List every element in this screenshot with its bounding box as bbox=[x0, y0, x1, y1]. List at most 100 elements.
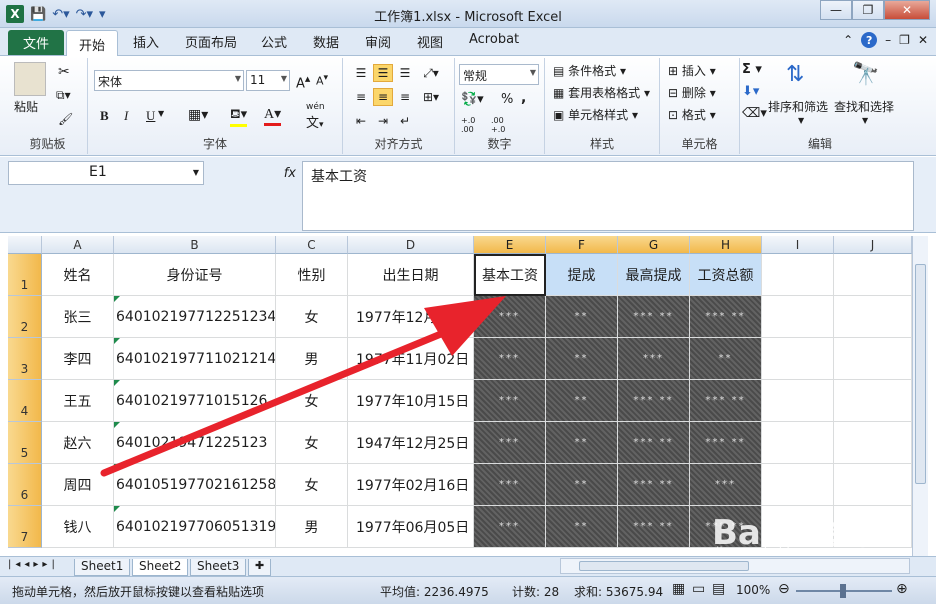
insert-sheet-icon[interactable]: ✚ bbox=[248, 559, 272, 576]
select-all-corner[interactable] bbox=[8, 236, 42, 254]
merge-center-icon[interactable]: ⊞▾ bbox=[421, 88, 441, 106]
table-cell[interactable]: 1977年11月02日 bbox=[348, 338, 474, 380]
decrease-indent-icon[interactable]: ⇤ bbox=[351, 112, 371, 130]
vertical-scroll-thumb[interactable] bbox=[915, 264, 926, 484]
table-cell[interactable]: 钱八 bbox=[42, 506, 114, 548]
comma-button[interactable]: , bbox=[521, 90, 526, 106]
row-header[interactable]: 2 bbox=[8, 296, 42, 338]
zoom-slider-handle[interactable] bbox=[840, 584, 846, 598]
sort-filter-button[interactable]: 排序和筛选 bbox=[768, 98, 828, 115]
name-box[interactable]: E1 ▼ bbox=[8, 161, 204, 185]
help-icon[interactable]: ? bbox=[861, 32, 878, 48]
paste-button[interactable]: 粘贴 bbox=[14, 98, 38, 115]
row-header[interactable]: 5 bbox=[8, 422, 42, 464]
sort-filter-icon[interactable]: ⇅ bbox=[786, 62, 804, 87]
tab-formulas[interactable]: 公式 bbox=[261, 32, 287, 51]
excel-app-icon[interactable]: X bbox=[6, 5, 24, 23]
table-cell[interactable]: 1977年12月 bbox=[348, 296, 474, 338]
table-cell[interactable]: 1977年06月05日 bbox=[348, 506, 474, 548]
vertical-scrollbar[interactable] bbox=[912, 236, 928, 556]
restore-doc-icon[interactable]: ❐ bbox=[899, 33, 910, 47]
save-icon[interactable]: 💾 bbox=[30, 7, 46, 22]
column-header-g[interactable]: G bbox=[618, 236, 690, 254]
column-header-j[interactable]: J bbox=[834, 236, 912, 254]
table-cell[interactable]: *** ** bbox=[690, 422, 762, 464]
normal-view-icon[interactable]: ▦ bbox=[672, 581, 685, 597]
table-cell[interactable] bbox=[834, 464, 912, 506]
grow-font-icon[interactable]: A▴ bbox=[296, 72, 310, 91]
fill-icon[interactable]: ⬇▾ bbox=[742, 84, 759, 99]
find-select-icon[interactable]: 🔭 bbox=[852, 62, 879, 87]
format-cells-button[interactable]: ⊡ 格式 ▾ bbox=[668, 106, 716, 123]
align-left-icon[interactable]: ≡ bbox=[351, 88, 371, 106]
underline-dropdown-icon[interactable]: ▼ bbox=[158, 109, 164, 118]
minimize-button[interactable]: — bbox=[820, 0, 852, 20]
table-cell[interactable] bbox=[762, 338, 834, 380]
column-header-f[interactable]: F bbox=[546, 236, 618, 254]
table-cell[interactable] bbox=[834, 296, 912, 338]
align-center-icon[interactable]: ≡ bbox=[373, 88, 393, 106]
table-cell[interactable]: ** bbox=[546, 464, 618, 506]
horizontal-scrollbar[interactable] bbox=[560, 558, 910, 574]
table-cell[interactable]: *** ** bbox=[690, 380, 762, 422]
shrink-font-icon[interactable]: A▾ bbox=[316, 72, 328, 88]
table-cell[interactable]: *** bbox=[474, 296, 546, 338]
table-cell[interactable]: 640102197706051319 bbox=[114, 506, 276, 548]
table-cell[interactable]: 女 bbox=[276, 464, 348, 506]
borders-icon[interactable]: ▦▾ bbox=[188, 107, 208, 123]
cut-icon[interactable]: ✂ bbox=[58, 64, 70, 80]
tab-page-layout[interactable]: 页面布局 bbox=[185, 32, 237, 51]
copy-icon[interactable]: ⧉▾ bbox=[56, 88, 71, 103]
column-header-h[interactable]: H bbox=[690, 236, 762, 254]
table-cell[interactable]: *** bbox=[474, 464, 546, 506]
column-header-b[interactable]: B bbox=[114, 236, 276, 254]
table-cell[interactable]: 1977年02月16日 bbox=[348, 464, 474, 506]
accounting-format-icon[interactable]: 💱▾ bbox=[461, 92, 484, 107]
sort-filter-dropdown-icon[interactable]: ▼ bbox=[798, 116, 804, 125]
tab-acrobat[interactable]: Acrobat bbox=[469, 32, 519, 47]
customize-qat-icon[interactable]: ▾ bbox=[99, 7, 106, 22]
table-cell[interactable]: *** bbox=[618, 338, 690, 380]
paste-icon[interactable] bbox=[14, 62, 46, 96]
zoom-out-icon[interactable]: ⊖ bbox=[778, 581, 790, 597]
table-cell[interactable]: *** ** bbox=[618, 296, 690, 338]
wrap-text-icon[interactable]: ↵ bbox=[395, 112, 415, 130]
column-header-d[interactable]: D bbox=[348, 236, 474, 254]
increase-decimal-button[interactable]: +.0 .00 bbox=[461, 116, 487, 134]
table-cell[interactable]: 女 bbox=[276, 380, 348, 422]
find-select-button[interactable]: 查找和选择 bbox=[834, 98, 894, 115]
column-header-e[interactable]: E bbox=[474, 236, 546, 254]
table-cell[interactable]: 姓名 bbox=[42, 254, 114, 296]
table-cell[interactable]: *** bbox=[474, 380, 546, 422]
table-cell[interactable]: *** bbox=[474, 338, 546, 380]
redo-icon[interactable]: ↷▾ bbox=[76, 7, 93, 22]
sheet-nav-arrows-icon[interactable]: |◂◂▸▸| bbox=[8, 559, 59, 570]
table-cell[interactable]: *** ** bbox=[618, 506, 690, 548]
table-cell[interactable]: ** bbox=[546, 422, 618, 464]
table-cell[interactable]: *** bbox=[474, 506, 546, 548]
italic-button[interactable]: I bbox=[124, 108, 128, 124]
table-cell[interactable]: 640102197712251234 bbox=[114, 296, 276, 338]
table-cell[interactable]: 64010219471225123 bbox=[114, 422, 276, 464]
table-cell[interactable]: *** ** bbox=[618, 464, 690, 506]
table-cell[interactable]: *** ** bbox=[690, 296, 762, 338]
bold-button[interactable]: B bbox=[100, 108, 109, 124]
close-doc-icon[interactable]: ✕ bbox=[918, 33, 928, 47]
table-cell[interactable] bbox=[834, 254, 912, 296]
table-cell[interactable]: 640102197711021214 bbox=[114, 338, 276, 380]
table-cell[interactable]: 出生日期 bbox=[348, 254, 474, 296]
table-cell[interactable]: 赵六 bbox=[42, 422, 114, 464]
column-header-i[interactable]: I bbox=[762, 236, 834, 254]
insert-function-button[interactable]: fx bbox=[210, 161, 302, 185]
table-cell[interactable]: 王五 bbox=[42, 380, 114, 422]
row-header[interactable]: 7 bbox=[8, 506, 42, 548]
zoom-in-icon[interactable]: ⊕ bbox=[896, 581, 908, 597]
column-header-a[interactable]: A bbox=[42, 236, 114, 254]
percent-button[interactable]: % bbox=[501, 92, 513, 107]
table-cell[interactable] bbox=[834, 380, 912, 422]
restore-button[interactable]: ❐ bbox=[852, 0, 884, 20]
autosum-icon[interactable]: Σ ▾ bbox=[742, 62, 762, 77]
table-cell[interactable]: ** bbox=[546, 380, 618, 422]
number-format-select[interactable]: 常规 ▼ bbox=[459, 64, 539, 85]
delete-cells-button[interactable]: ⊟ 删除 ▾ bbox=[668, 84, 716, 101]
